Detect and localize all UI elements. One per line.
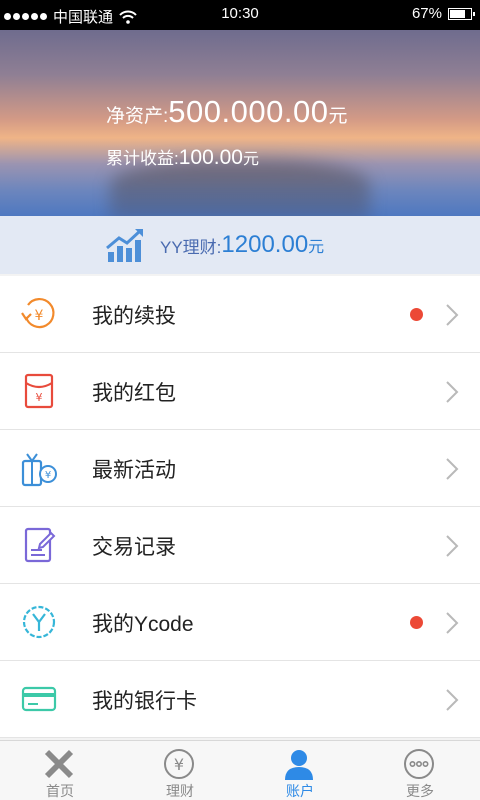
tab-label: 理财 bbox=[166, 783, 194, 799]
account-header: 净资产: 500.000.00 元 累计收益: 100.00 元 bbox=[0, 30, 480, 216]
red-envelope-icon: ¥ bbox=[24, 373, 54, 409]
svg-text:¥: ¥ bbox=[45, 470, 51, 481]
menu-item-ycode[interactable]: 我的Ycode bbox=[0, 584, 480, 661]
trend-chart-icon bbox=[106, 229, 143, 262]
cumulative-income-label: 累计收益: bbox=[106, 149, 179, 168]
badge-dot bbox=[410, 616, 423, 629]
chevron-right-icon bbox=[446, 304, 459, 326]
battery-icon bbox=[448, 7, 475, 20]
menu-label: 我的续投 bbox=[92, 305, 176, 328]
chevron-right-icon bbox=[446, 612, 459, 634]
menu-item-activity[interactable]: ¥ 最新活动 bbox=[0, 430, 480, 507]
net-assets-value: 500.000.00 bbox=[168, 94, 329, 129]
tab-label: 更多 bbox=[406, 783, 434, 799]
net-assets-unit: 元 bbox=[328, 106, 348, 127]
chevron-right-icon bbox=[446, 535, 459, 557]
menu-label: 交易记录 bbox=[92, 536, 176, 559]
person-icon bbox=[285, 750, 313, 780]
fund-label: YY理财: bbox=[160, 237, 222, 257]
menu-label: 我的银行卡 bbox=[92, 690, 197, 713]
status-bar: 中国联通 10:30 67% bbox=[0, 0, 480, 30]
cumulative-income-unit: 元 bbox=[242, 151, 259, 168]
tab-account[interactable]: 账户 bbox=[240, 741, 360, 800]
clock: 10:30 bbox=[221, 5, 259, 22]
tab-label: 账户 bbox=[286, 783, 314, 799]
chevron-right-icon bbox=[446, 458, 459, 480]
menu-label: 我的红包 bbox=[92, 382, 176, 405]
ycode-icon bbox=[22, 605, 56, 639]
menu-label: 最新活动 bbox=[92, 459, 176, 482]
chevron-right-icon bbox=[446, 381, 459, 403]
tab-label: 首页 bbox=[46, 783, 74, 799]
fund-unit: 元 bbox=[308, 239, 325, 256]
bottom-tab-bar: 首页 ¥ 理财 账户 更多 bbox=[0, 740, 480, 800]
net-assets-label: 净资产: bbox=[106, 106, 169, 127]
home-icon bbox=[44, 749, 74, 779]
renew-yuan-icon: ¥ bbox=[21, 298, 55, 329]
gift-activity-icon: ¥ bbox=[21, 453, 57, 487]
menu-item-renew[interactable]: ¥ 我的续投 bbox=[0, 276, 480, 353]
tab-home[interactable]: 首页 bbox=[0, 741, 120, 800]
more-icon bbox=[404, 749, 434, 779]
fund-value: 1200.00 bbox=[221, 231, 309, 258]
transaction-record-icon bbox=[24, 527, 56, 563]
battery-percent: 67% bbox=[411, 5, 442, 22]
svg-text:¥: ¥ bbox=[35, 308, 44, 324]
badge-dot bbox=[410, 308, 423, 321]
battery-group: 67% bbox=[411, 5, 475, 22]
tab-more[interactable]: 更多 bbox=[360, 741, 480, 800]
yuan-icon: ¥ bbox=[164, 749, 194, 779]
bank-card-icon bbox=[21, 686, 57, 712]
menu-label: 我的Ycode bbox=[92, 613, 194, 636]
account-menu: ¥ 我的续投 ¥ 我的红包 ¥ 最新活动 交易记录 我的Ycode 我的银行卡 bbox=[0, 276, 480, 738]
fund-summary[interactable]: YY理财: 1200.00 元 bbox=[0, 216, 480, 274]
chevron-right-icon bbox=[446, 689, 459, 711]
net-assets: 净资产: 500.000.00 元 bbox=[106, 94, 347, 130]
menu-item-transactions[interactable]: 交易记录 bbox=[0, 507, 480, 584]
tab-finance[interactable]: ¥ 理财 bbox=[120, 741, 240, 800]
cumulative-income: 累计收益: 100.00 元 bbox=[106, 144, 259, 170]
svg-text:¥: ¥ bbox=[174, 755, 184, 774]
svg-text:¥: ¥ bbox=[36, 391, 43, 404]
menu-item-red-envelope[interactable]: ¥ 我的红包 bbox=[0, 353, 480, 430]
cumulative-income-value: 100.00 bbox=[178, 146, 243, 169]
menu-item-bank-card[interactable]: 我的银行卡 bbox=[0, 661, 480, 738]
